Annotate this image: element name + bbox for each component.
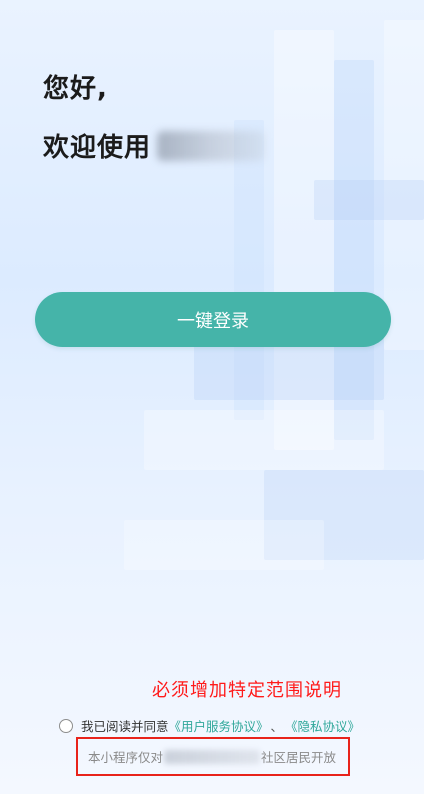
- scope-notice-annotation: 必须增加特定范围说明: [152, 680, 342, 701]
- redacted-community-name: [164, 749, 261, 764]
- one-click-login-button[interactable]: 一键登录: [35, 292, 391, 347]
- redacted-app-name: [157, 130, 266, 161]
- greeting-title: 您好,: [43, 74, 108, 104]
- privacy-agreement-link[interactable]: 《隐私协议》: [285, 716, 360, 735]
- agreement-prefix: 我已阅读并同意: [81, 719, 169, 734]
- scope-statement-box: 本小程序仅对 社区居民开放: [76, 737, 350, 776]
- user-agreement-link[interactable]: 《用户服务协议》: [169, 716, 269, 735]
- scope-prefix: 本小程序仅对: [88, 750, 164, 765]
- agreement-separator: 、: [270, 719, 284, 734]
- scope-suffix: 社区居民开放: [261, 750, 337, 765]
- agreement-row: 我已阅读并同意 《用户服务协议》 、 《隐私协议》: [59, 716, 360, 735]
- welcome-title: 欢迎使用: [43, 127, 266, 164]
- agreement-radio[interactable]: [59, 718, 73, 733]
- welcome-prefix: 欢迎使用: [43, 133, 152, 163]
